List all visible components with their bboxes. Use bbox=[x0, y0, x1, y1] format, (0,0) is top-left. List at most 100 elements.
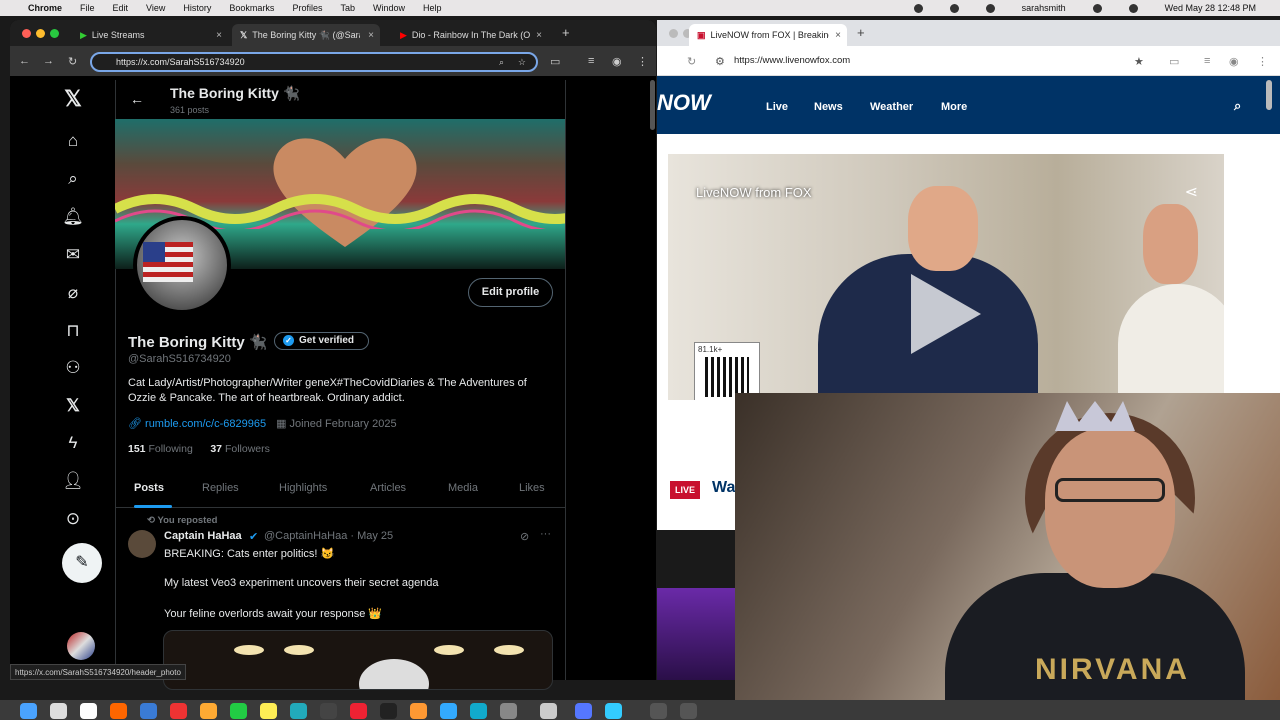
tab-close-icon[interactable]: × bbox=[216, 30, 222, 41]
menu-edit[interactable]: Edit bbox=[113, 3, 129, 13]
close-window-button[interactable] bbox=[22, 29, 31, 38]
more-icon[interactable]: ⊙ bbox=[62, 508, 84, 530]
menu-bookmarks[interactable]: Bookmarks bbox=[229, 3, 274, 13]
menu-help[interactable]: Help bbox=[423, 3, 442, 13]
verified-orgs-icon[interactable]: ϟ bbox=[62, 432, 84, 454]
chrome-icon[interactable] bbox=[170, 703, 187, 719]
app-icon[interactable] bbox=[410, 703, 427, 719]
headline-text[interactable]: Wa bbox=[712, 479, 735, 497]
edit-profile-button[interactable]: Edit profile bbox=[468, 278, 553, 307]
reading-list-icon[interactable]: ≡ bbox=[1204, 55, 1210, 67]
tab-close-icon[interactable]: × bbox=[368, 30, 374, 41]
address-bar[interactable]: https://x.com/SarahS516734920 ☆ ⌕ bbox=[90, 52, 538, 72]
photos-icon[interactable] bbox=[200, 703, 217, 719]
launchpad-icon[interactable] bbox=[50, 703, 67, 719]
scrollbar[interactable] bbox=[650, 80, 655, 130]
capcut-icon[interactable] bbox=[380, 703, 397, 719]
drive-icon[interactable] bbox=[230, 703, 247, 719]
menu-view[interactable]: View bbox=[146, 3, 165, 13]
tab-highlights[interactable]: Highlights bbox=[279, 482, 327, 494]
tab-articles[interactable]: Articles bbox=[370, 482, 406, 494]
news-icon[interactable] bbox=[350, 703, 367, 719]
mail-icon[interactable] bbox=[140, 703, 157, 719]
author-name[interactable]: Captain HaHaa bbox=[164, 530, 242, 542]
window-thumbnail[interactable] bbox=[650, 703, 667, 719]
tab-livenow-fox[interactable]: ▣ LiveNOW from FOX | Breaking × bbox=[689, 24, 847, 46]
video-player[interactable]: 81.1k+ LiveNOW from FOX ⋖ bbox=[668, 154, 1224, 400]
zoom-window-button[interactable] bbox=[50, 29, 59, 38]
nav-news[interactable]: News bbox=[814, 101, 843, 113]
bookmark-star-icon[interactable]: ☆ bbox=[518, 54, 526, 70]
x-logo-icon[interactable]: 𝕏 bbox=[62, 88, 84, 110]
get-verified-button[interactable]: Get verified bbox=[274, 332, 369, 350]
livenow-logo[interactable]: NOW bbox=[657, 90, 711, 116]
compose-post-button[interactable]: ✎ bbox=[62, 543, 102, 583]
tab-close-icon[interactable]: × bbox=[536, 30, 542, 41]
profile-icon[interactable]: ◉ bbox=[1229, 55, 1239, 68]
notifications-icon[interactable]: 🔔︎ bbox=[62, 206, 84, 228]
tab-likes[interactable]: Likes bbox=[519, 482, 545, 494]
menu-tab[interactable]: Tab bbox=[340, 3, 355, 13]
post[interactable]: ⟲ You reposted Captain HaHaa ✔ @CaptainH… bbox=[115, 508, 565, 690]
author-avatar[interactable] bbox=[128, 530, 156, 558]
nav-live[interactable]: Live bbox=[766, 101, 788, 113]
bookmark-star-icon[interactable]: ★ bbox=[1134, 55, 1144, 68]
app-icon[interactable] bbox=[290, 703, 307, 719]
post-more-icon[interactable]: ··· bbox=[540, 528, 551, 540]
address-bar[interactable]: https://www.livenowfox.com bbox=[734, 55, 850, 66]
profile-icon[interactable]: ◉ bbox=[612, 55, 622, 68]
tab-youtube-dio[interactable]: ▶ Dio - Rainbow In The Dark (O × bbox=[392, 24, 548, 46]
profile-link[interactable]: 🔗︎ rumble.com/c/c-6829965 bbox=[128, 417, 266, 430]
app-icon[interactable] bbox=[605, 703, 622, 719]
new-tab-icon[interactable]: + bbox=[562, 25, 570, 40]
app-icon[interactable] bbox=[575, 703, 592, 719]
messages-icon[interactable]: ✉ bbox=[62, 244, 84, 266]
status-username[interactable]: sarahsmith bbox=[1022, 3, 1066, 13]
forward-icon[interactable]: → bbox=[43, 55, 54, 67]
status-icon[interactable] bbox=[913, 3, 923, 13]
grok-icon[interactable]: ⌀ bbox=[62, 282, 84, 304]
app-store-icon[interactable] bbox=[440, 703, 457, 719]
status-icon[interactable] bbox=[949, 3, 959, 13]
tab-close-icon[interactable]: × bbox=[835, 30, 841, 41]
firefox-icon[interactable] bbox=[110, 703, 127, 719]
menu-app-name[interactable]: Chrome bbox=[28, 3, 62, 13]
tab-media[interactable]: Media bbox=[448, 482, 478, 494]
home-icon[interactable]: ⌂ bbox=[62, 130, 84, 152]
new-tab-icon[interactable]: + bbox=[857, 25, 865, 40]
share-icon[interactable]: ⋖ bbox=[1185, 182, 1198, 202]
extensions-icon[interactable]: ▭ bbox=[1169, 55, 1179, 68]
profile-avatar[interactable] bbox=[133, 216, 231, 314]
profile-nav-icon[interactable]: 👤︎ bbox=[62, 470, 84, 492]
menu-file[interactable]: File bbox=[80, 3, 95, 13]
back-icon[interactable]: ← bbox=[19, 55, 30, 67]
chrome-menu-icon[interactable]: ⋮ bbox=[1257, 55, 1268, 68]
window-thumbnail[interactable] bbox=[680, 703, 697, 719]
grok-icon[interactable]: ⊘ bbox=[520, 530, 529, 543]
reload-icon[interactable]: ↻ bbox=[687, 55, 696, 68]
back-arrow-icon[interactable]: ← bbox=[130, 91, 144, 107]
calendar-icon[interactable] bbox=[80, 703, 97, 719]
close-window-button[interactable] bbox=[669, 29, 678, 38]
nav-weather[interactable]: Weather bbox=[870, 101, 913, 113]
control-center-icon[interactable] bbox=[1128, 3, 1138, 13]
tab-x-profile[interactable]: 𝕏 The Boring Kitty 🐈‍⬛ (@SarahS × bbox=[232, 24, 380, 46]
status-icon[interactable] bbox=[985, 3, 995, 13]
search-icon[interactable]: ⌕ bbox=[1234, 98, 1241, 114]
followers-link[interactable]: 37 Followers bbox=[210, 443, 270, 455]
extensions-icon[interactable]: ▭ bbox=[550, 55, 560, 68]
premium-icon[interactable]: 𝕏 bbox=[62, 395, 84, 417]
search-icon[interactable]: ⌕ bbox=[62, 168, 84, 190]
finder-icon[interactable] bbox=[20, 703, 37, 719]
reading-list-icon[interactable]: ≡ bbox=[588, 55, 594, 67]
preview-icon[interactable] bbox=[540, 703, 557, 719]
tab-live-streams[interactable]: ▶ Live Streams × bbox=[72, 24, 228, 46]
author-handle[interactable]: @CaptainHaHaa · May 25 bbox=[264, 530, 393, 542]
chrome-menu-icon[interactable]: ⋮ bbox=[637, 55, 648, 68]
tab-replies[interactable]: Replies bbox=[202, 482, 239, 494]
post-media[interactable] bbox=[163, 630, 553, 690]
site-info-icon[interactable]: ⚙ bbox=[715, 55, 725, 68]
scrollbar[interactable] bbox=[1266, 80, 1272, 110]
tab-posts[interactable]: Posts bbox=[134, 482, 164, 494]
clock[interactable]: Wed May 28 12:48 PM bbox=[1165, 3, 1256, 13]
